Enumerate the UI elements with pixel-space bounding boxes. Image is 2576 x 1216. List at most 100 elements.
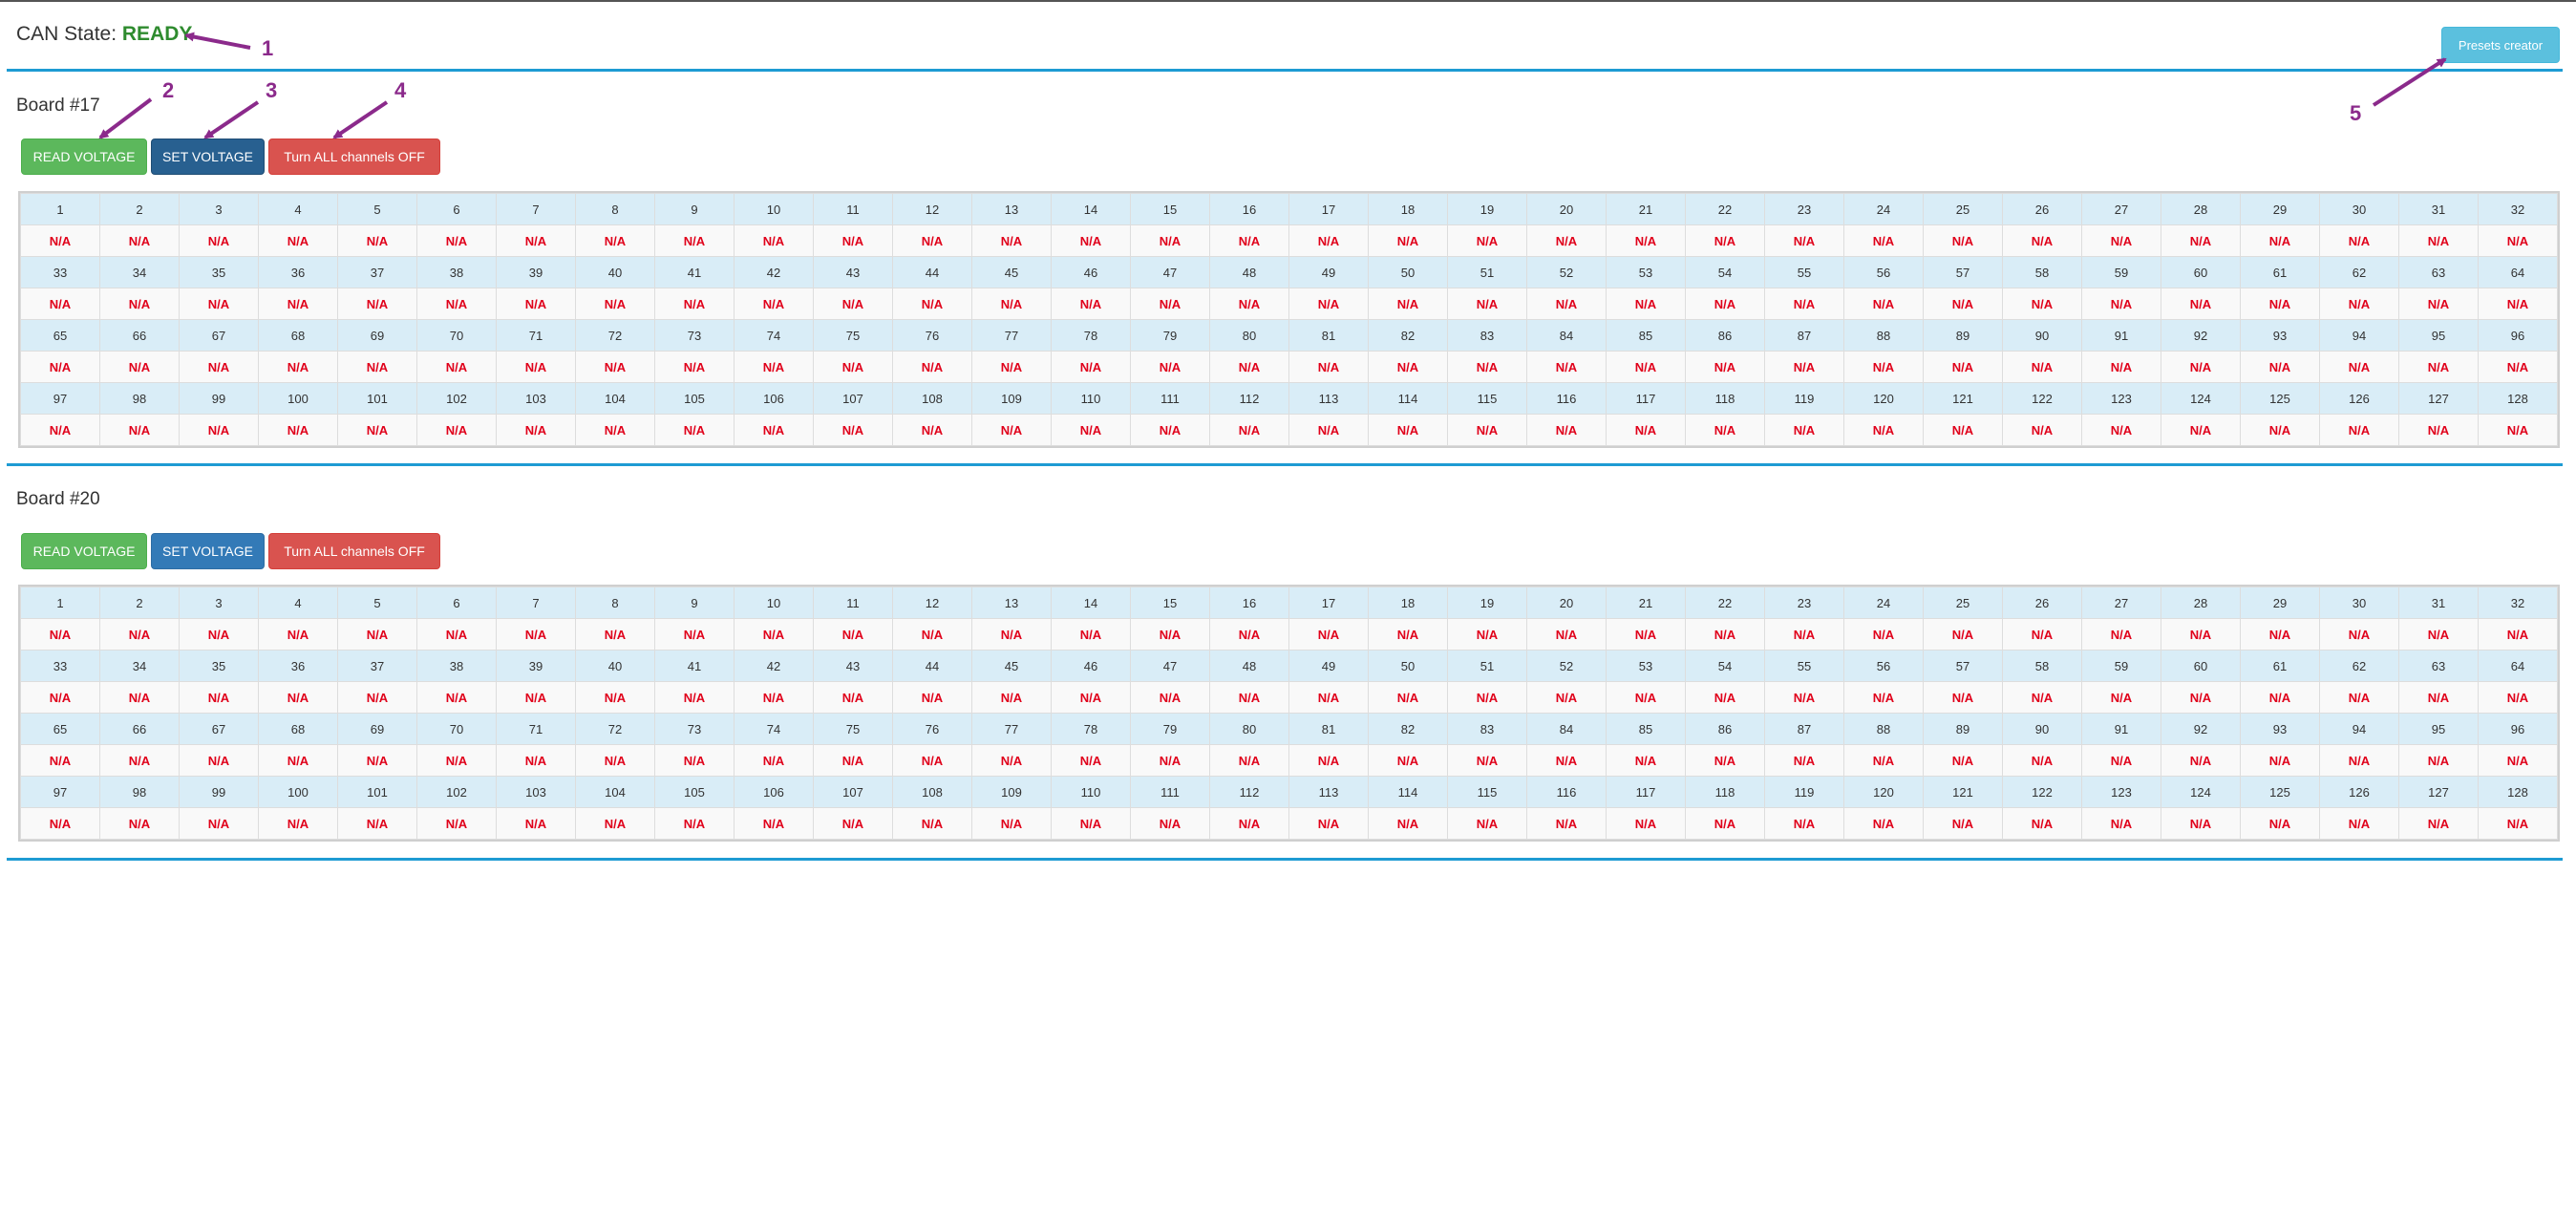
read-voltage-button[interactable]: READ VOLTAGE bbox=[21, 139, 147, 175]
channel-value[interactable]: N/A bbox=[813, 288, 893, 320]
channel-value[interactable]: N/A bbox=[813, 414, 893, 446]
channel-value[interactable]: N/A bbox=[575, 681, 655, 714]
channel-value[interactable]: N/A bbox=[1685, 414, 1765, 446]
channel-value[interactable]: N/A bbox=[416, 414, 497, 446]
channel-value[interactable]: N/A bbox=[496, 681, 576, 714]
channel-value[interactable]: N/A bbox=[1368, 618, 1448, 651]
set-voltage-button[interactable]: SET VOLTAGE bbox=[151, 533, 265, 569]
channel-value[interactable]: N/A bbox=[20, 618, 100, 651]
channel-value[interactable]: N/A bbox=[1368, 681, 1448, 714]
channel-value[interactable]: N/A bbox=[734, 288, 814, 320]
read-voltage-button[interactable]: READ VOLTAGE bbox=[21, 533, 147, 569]
channel-value[interactable]: N/A bbox=[1368, 351, 1448, 383]
channel-value[interactable]: N/A bbox=[1843, 744, 1924, 777]
channel-value[interactable]: N/A bbox=[337, 681, 417, 714]
channel-value[interactable]: N/A bbox=[971, 807, 1052, 840]
channel-value[interactable]: N/A bbox=[2319, 414, 2399, 446]
channel-value[interactable]: N/A bbox=[892, 807, 972, 840]
channel-value[interactable]: N/A bbox=[337, 351, 417, 383]
channel-value[interactable]: N/A bbox=[734, 807, 814, 840]
channel-value[interactable]: N/A bbox=[1288, 807, 1369, 840]
channel-value[interactable]: N/A bbox=[1288, 414, 1369, 446]
channel-value[interactable]: N/A bbox=[2240, 618, 2320, 651]
channel-value[interactable]: N/A bbox=[99, 351, 180, 383]
channel-value[interactable]: N/A bbox=[1764, 224, 1844, 257]
channel-value[interactable]: N/A bbox=[99, 618, 180, 651]
channel-value[interactable]: N/A bbox=[1447, 414, 1527, 446]
channel-value[interactable]: N/A bbox=[2478, 744, 2558, 777]
channel-value[interactable]: N/A bbox=[1288, 744, 1369, 777]
channel-value[interactable]: N/A bbox=[1368, 288, 1448, 320]
channel-value[interactable]: N/A bbox=[1843, 351, 1924, 383]
channel-value[interactable]: N/A bbox=[179, 807, 259, 840]
channel-value[interactable]: N/A bbox=[416, 681, 497, 714]
channel-value[interactable]: N/A bbox=[337, 288, 417, 320]
channel-value[interactable]: N/A bbox=[971, 288, 1052, 320]
channel-value[interactable]: N/A bbox=[654, 224, 734, 257]
channel-value[interactable]: N/A bbox=[813, 807, 893, 840]
channel-value[interactable]: N/A bbox=[1526, 807, 1607, 840]
channel-value[interactable]: N/A bbox=[892, 744, 972, 777]
channel-value[interactable]: N/A bbox=[1843, 807, 1924, 840]
turn-all-off-button[interactable]: Turn ALL channels OFF bbox=[268, 533, 440, 569]
channel-value[interactable]: N/A bbox=[337, 224, 417, 257]
channel-value[interactable]: N/A bbox=[654, 618, 734, 651]
channel-value[interactable]: N/A bbox=[1526, 414, 1607, 446]
channel-value[interactable]: N/A bbox=[1923, 224, 2003, 257]
channel-value[interactable]: N/A bbox=[1526, 681, 1607, 714]
channel-value[interactable]: N/A bbox=[179, 351, 259, 383]
channel-value[interactable]: N/A bbox=[1843, 224, 1924, 257]
channel-value[interactable]: N/A bbox=[813, 351, 893, 383]
channel-value[interactable]: N/A bbox=[258, 351, 338, 383]
channel-value[interactable]: N/A bbox=[1447, 351, 1527, 383]
channel-value[interactable]: N/A bbox=[337, 807, 417, 840]
channel-value[interactable]: N/A bbox=[2240, 681, 2320, 714]
channel-value[interactable]: N/A bbox=[1368, 414, 1448, 446]
channel-value[interactable]: N/A bbox=[99, 224, 180, 257]
channel-value[interactable]: N/A bbox=[654, 414, 734, 446]
channel-value[interactable]: N/A bbox=[575, 414, 655, 446]
channel-value[interactable]: N/A bbox=[1923, 744, 2003, 777]
channel-value[interactable]: N/A bbox=[1685, 351, 1765, 383]
channel-value[interactable]: N/A bbox=[1447, 744, 1527, 777]
channel-value[interactable]: N/A bbox=[654, 681, 734, 714]
channel-value[interactable]: N/A bbox=[1051, 807, 1131, 840]
channel-value[interactable]: N/A bbox=[1843, 681, 1924, 714]
channel-value[interactable]: N/A bbox=[1130, 351, 1210, 383]
channel-value[interactable]: N/A bbox=[1447, 288, 1527, 320]
channel-value[interactable]: N/A bbox=[1923, 807, 2003, 840]
channel-value[interactable]: N/A bbox=[971, 681, 1052, 714]
channel-value[interactable]: N/A bbox=[2161, 807, 2241, 840]
channel-value[interactable]: N/A bbox=[2319, 807, 2399, 840]
channel-value[interactable]: N/A bbox=[1606, 618, 1686, 651]
channel-value[interactable]: N/A bbox=[1051, 224, 1131, 257]
channel-value[interactable]: N/A bbox=[99, 807, 180, 840]
channel-value[interactable]: N/A bbox=[179, 618, 259, 651]
channel-value[interactable]: N/A bbox=[1843, 618, 1924, 651]
channel-value[interactable]: N/A bbox=[179, 288, 259, 320]
turn-all-off-button[interactable]: Turn ALL channels OFF bbox=[268, 139, 440, 175]
channel-value[interactable]: N/A bbox=[892, 618, 972, 651]
channel-value[interactable]: N/A bbox=[734, 414, 814, 446]
channel-value[interactable]: N/A bbox=[2081, 744, 2161, 777]
channel-value[interactable]: N/A bbox=[179, 224, 259, 257]
channel-value[interactable]: N/A bbox=[1526, 351, 1607, 383]
channel-value[interactable]: N/A bbox=[496, 744, 576, 777]
channel-value[interactable]: N/A bbox=[734, 681, 814, 714]
channel-value[interactable]: N/A bbox=[1288, 618, 1369, 651]
channel-value[interactable]: N/A bbox=[99, 744, 180, 777]
set-voltage-button[interactable]: SET VOLTAGE bbox=[151, 139, 265, 175]
channel-value[interactable]: N/A bbox=[1051, 681, 1131, 714]
channel-value[interactable]: N/A bbox=[2478, 288, 2558, 320]
channel-value[interactable]: N/A bbox=[416, 288, 497, 320]
channel-value[interactable]: N/A bbox=[496, 618, 576, 651]
channel-value[interactable]: N/A bbox=[2081, 414, 2161, 446]
channel-value[interactable]: N/A bbox=[1685, 744, 1765, 777]
channel-value[interactable]: N/A bbox=[2002, 224, 2082, 257]
channel-value[interactable]: N/A bbox=[1606, 681, 1686, 714]
channel-value[interactable]: N/A bbox=[1606, 224, 1686, 257]
channel-value[interactable]: N/A bbox=[1764, 288, 1844, 320]
channel-value[interactable]: N/A bbox=[892, 351, 972, 383]
channel-value[interactable]: N/A bbox=[734, 351, 814, 383]
channel-value[interactable]: N/A bbox=[99, 414, 180, 446]
